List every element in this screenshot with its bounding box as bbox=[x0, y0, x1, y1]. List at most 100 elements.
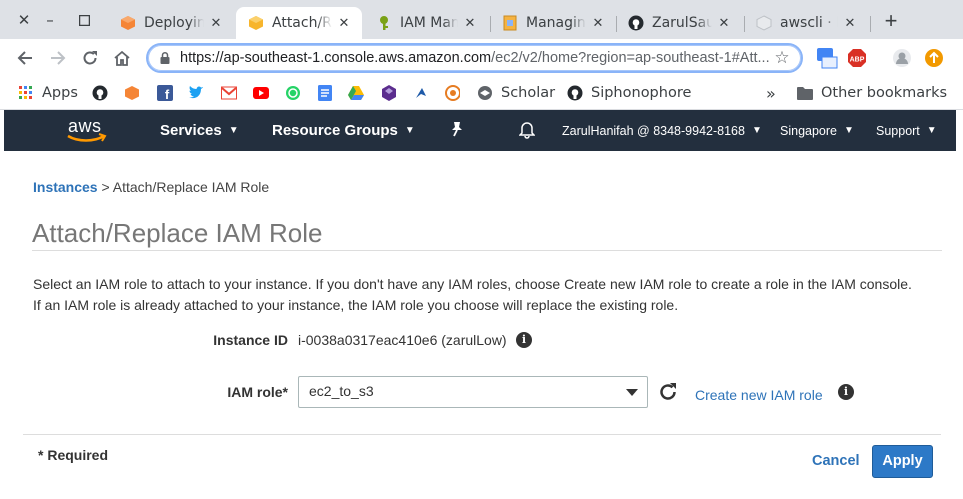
window-menu-icon[interactable]: ✕ bbox=[14, 10, 34, 30]
bookmark-apps[interactable]: Apps bbox=[18, 83, 78, 103]
bookmark-star-icon[interactable]: ☆ bbox=[773, 48, 791, 68]
browser-tab[interactable]: Deploying ✕ bbox=[108, 7, 234, 39]
account-label: ZarulHanifah @ 8348-9942-8168 bbox=[562, 124, 745, 138]
instance-info-icon[interactable]: i bbox=[516, 332, 532, 348]
chevron-down-icon: ▼ bbox=[228, 125, 239, 136]
page-content: Instances > Attach/Replace IAM Role Atta… bbox=[0, 151, 963, 499]
tab-separator bbox=[870, 16, 871, 32]
close-tab-icon[interactable]: ✕ bbox=[462, 16, 478, 31]
aws-logo[interactable]: aws bbox=[66, 116, 110, 146]
bookmark-github[interactable] bbox=[92, 83, 108, 103]
bookmark-eye[interactable] bbox=[444, 83, 460, 103]
browser-tab[interactable]: IAM Mana ✕ bbox=[364, 7, 488, 39]
maximize-icon[interactable] bbox=[74, 10, 94, 30]
chevron-down-icon: ▼ bbox=[751, 125, 762, 136]
support-menu[interactable]: Support ▼ bbox=[876, 124, 937, 138]
aws-cube-icon bbox=[124, 85, 140, 101]
close-tab-icon[interactable]: ✕ bbox=[716, 16, 732, 31]
refresh-icon[interactable] bbox=[657, 381, 679, 403]
instance-id-value: i-0038a0317eac410e6 (zarulLow) bbox=[298, 332, 507, 348]
apps-grid-icon bbox=[18, 85, 34, 101]
dropdown-arrow-icon bbox=[626, 389, 638, 396]
close-tab-icon[interactable]: ✕ bbox=[590, 16, 606, 31]
bookmark-aws[interactable] bbox=[124, 83, 140, 103]
description-line: Select an IAM role to attach to your ins… bbox=[33, 276, 912, 292]
reload-button[interactable] bbox=[80, 48, 100, 68]
description-line: If an IAM role is already attached to yo… bbox=[33, 297, 679, 313]
notifications-bell-icon[interactable] bbox=[518, 121, 536, 143]
close-tab-icon[interactable]: ✕ bbox=[208, 16, 224, 31]
address-bar[interactable]: https://ap-southeast-1.console.aws.amazo… bbox=[146, 43, 803, 73]
region-label: Singapore bbox=[780, 124, 837, 138]
tab-title: ZarulSau bbox=[652, 15, 712, 31]
iam-role-select[interactable]: ec2_to_s3 bbox=[298, 376, 648, 408]
bookmark-youtube[interactable] bbox=[253, 83, 269, 103]
extension-calendar-icon[interactable] bbox=[816, 46, 838, 69]
close-tab-icon[interactable]: ✕ bbox=[842, 16, 858, 31]
github-icon bbox=[628, 15, 644, 31]
bookmark-siphonophore[interactable]: Siphonophore bbox=[567, 83, 691, 103]
aws-orange-cube-icon bbox=[120, 15, 136, 31]
bookmark-docs[interactable] bbox=[317, 83, 333, 103]
gmail-icon bbox=[221, 85, 237, 101]
pin-icon[interactable] bbox=[450, 121, 464, 141]
bookmark-scholar[interactable]: Scholar bbox=[477, 83, 555, 103]
services-menu[interactable]: Services ▼ bbox=[160, 122, 239, 139]
page-title: Attach/Replace IAM Role bbox=[32, 218, 323, 248]
youtube-icon bbox=[253, 85, 269, 101]
new-tab-button[interactable]: + bbox=[880, 10, 902, 32]
apply-button[interactable]: Apply bbox=[872, 445, 933, 478]
bookmark-drive[interactable] bbox=[348, 83, 364, 103]
update-arrow-icon[interactable] bbox=[924, 48, 944, 68]
back-button[interactable] bbox=[15, 48, 35, 68]
github-icon bbox=[567, 85, 583, 101]
bookmark-bird[interactable] bbox=[413, 83, 429, 103]
create-role-info-icon[interactable]: i bbox=[838, 384, 854, 400]
instance-id-label: Instance ID bbox=[213, 332, 288, 348]
adblock-icon[interactable]: ABP bbox=[847, 48, 867, 68]
breadcrumb-current: Attach/Replace IAM Role bbox=[112, 179, 270, 195]
account-menu[interactable]: ZarulHanifah @ 8348-9942-8168 ▼ bbox=[562, 124, 762, 138]
browser-tab[interactable]: Managing ✕ bbox=[490, 7, 616, 39]
resource-groups-menu[interactable]: Resource Groups ▼ bbox=[272, 122, 415, 139]
tab-title: awscli · P bbox=[780, 15, 838, 31]
tab-title: Attach/Replace bbox=[272, 15, 332, 31]
bird-icon bbox=[413, 85, 429, 101]
support-label: Support bbox=[876, 124, 920, 138]
svg-text:f: f bbox=[165, 87, 170, 101]
browser-tab[interactable]: ZarulSau ✕ bbox=[616, 7, 742, 39]
bookmarks-overflow-button[interactable]: » bbox=[766, 83, 776, 103]
home-button[interactable] bbox=[112, 48, 132, 68]
tab-title: IAM Mana bbox=[400, 15, 458, 31]
other-bookmarks-label: Other bookmarks bbox=[821, 85, 948, 101]
bookmark-label: Siphonophore bbox=[591, 85, 692, 101]
breadcrumb-instances-link[interactable]: Instances bbox=[33, 179, 98, 195]
browser-toolbar: https://ap-southeast-1.console.aws.amazo… bbox=[0, 39, 963, 77]
footer-divider bbox=[23, 434, 941, 435]
bookmark-whatsapp[interactable] bbox=[285, 83, 301, 103]
docs-icon bbox=[317, 85, 333, 101]
address-url: https://ap-southeast-1.console.aws.amazo… bbox=[180, 50, 773, 66]
scholar-icon bbox=[477, 85, 493, 101]
iam-role-selected-value: ec2_to_s3 bbox=[309, 383, 374, 399]
iam-key-icon bbox=[376, 15, 392, 31]
chevron-down-icon: ▼ bbox=[926, 125, 937, 136]
other-bookmarks-folder[interactable]: Other bookmarks bbox=[797, 83, 947, 103]
browser-tab-active[interactable]: Attach/Replace ✕ bbox=[236, 7, 362, 39]
bookmark-gmail[interactable] bbox=[221, 83, 237, 103]
services-label: Services bbox=[160, 122, 222, 139]
description: Select an IAM role to attach to your ins… bbox=[33, 274, 943, 316]
minimize-icon[interactable]: – bbox=[40, 10, 60, 30]
profile-avatar-icon[interactable] bbox=[892, 48, 912, 68]
close-tab-icon[interactable]: ✕ bbox=[336, 16, 352, 31]
region-menu[interactable]: Singapore ▼ bbox=[780, 124, 854, 138]
bookmark-gem[interactable] bbox=[381, 83, 397, 103]
create-iam-role-link[interactable]: Create new IAM role bbox=[695, 387, 823, 403]
bookmark-twitter[interactable] bbox=[188, 83, 204, 103]
browser-tab[interactable]: awscli · P ✕ bbox=[744, 7, 868, 39]
drive-icon bbox=[348, 85, 364, 101]
breadcrumb: Instances > Attach/Replace IAM Role bbox=[33, 179, 269, 195]
bookmark-facebook[interactable]: f bbox=[157, 83, 173, 103]
forward-button[interactable] bbox=[48, 48, 68, 68]
cancel-button[interactable]: Cancel bbox=[812, 453, 860, 469]
